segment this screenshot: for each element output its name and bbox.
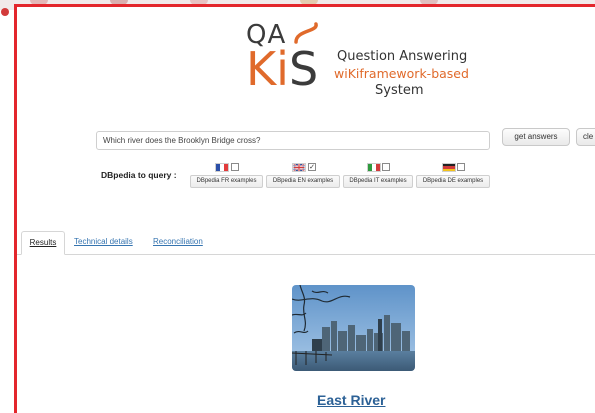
de-checkbox[interactable]	[457, 163, 465, 171]
logo-tagline-3: System	[375, 83, 424, 98]
en-examples-button[interactable]: DBpedia EN examples	[266, 175, 340, 188]
logo-letter-i: i	[276, 42, 289, 96]
fr-examples-button[interactable]: DBpedia FR examples	[190, 175, 263, 188]
result-image[interactable]	[292, 285, 415, 371]
de-examples-button[interactable]: DBpedia DE examples	[416, 175, 490, 188]
question-input[interactable]: Which river does the Brooklyn Bridge cro…	[96, 131, 490, 150]
logo-letter-s: S	[288, 42, 319, 96]
tab-technical-details[interactable]: Technical details	[74, 231, 133, 255]
logo-letter-k: K	[246, 42, 277, 96]
dbpedia-query-label: DBpedia to query :	[101, 170, 177, 180]
france-flag-icon	[215, 163, 229, 172]
logo-tagline-1: Question Answering	[337, 49, 468, 64]
tab-results[interactable]: Results	[21, 231, 65, 255]
logo-tagline-2: wiKiframework-based	[334, 66, 469, 81]
clear-button[interactable]: cle	[576, 128, 595, 146]
italy-flag-icon	[367, 163, 381, 172]
germany-flag-icon	[442, 163, 456, 172]
tab-reconciliation[interactable]: Reconciliation	[153, 231, 203, 255]
it-examples-button[interactable]: DBpedia IT examples	[343, 175, 413, 188]
fr-checkbox[interactable]	[231, 163, 239, 171]
logo-kis-text: KiS	[246, 44, 318, 94]
en-checkbox[interactable]: ✓	[308, 163, 316, 171]
page-root: QA KiS Question Answering wiKiframework-…	[0, 0, 595, 413]
edge-marker-icon	[1, 8, 9, 16]
uk-flag-icon	[292, 163, 306, 172]
it-checkbox[interactable]	[382, 163, 390, 171]
result-title-link[interactable]: East River	[317, 392, 385, 408]
get-answers-button[interactable]: get answers	[502, 128, 570, 146]
